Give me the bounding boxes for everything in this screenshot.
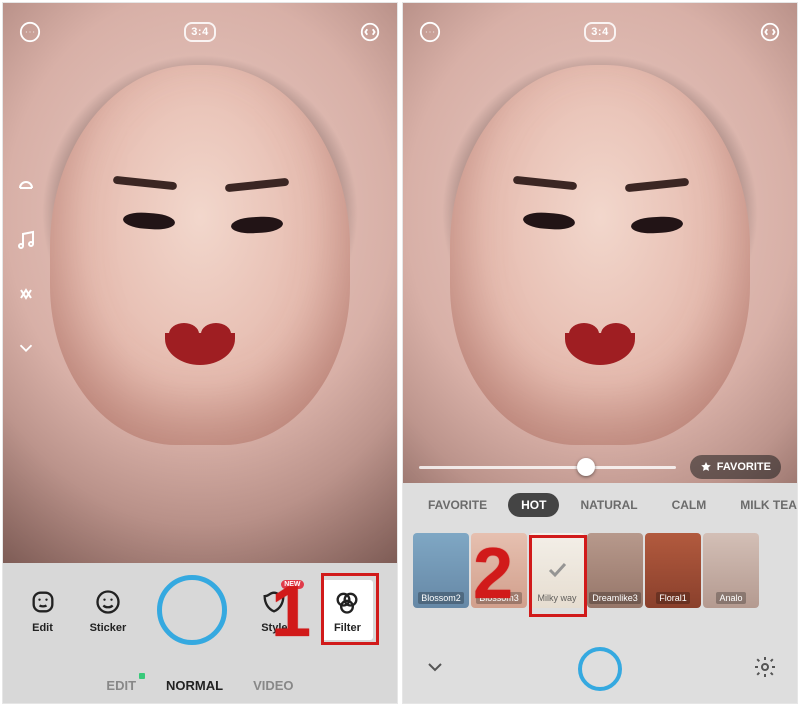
sticker-icon — [92, 586, 124, 618]
filter-floral1[interactable]: Floral1 — [645, 533, 701, 608]
filter-label: Blossom2 — [418, 592, 464, 604]
style-tool-button[interactable]: NEW Style — [258, 586, 290, 634]
filter-analo[interactable]: Analo — [703, 533, 759, 608]
portrait-hair — [402, 3, 798, 423]
edit-tool-label: Edit — [32, 622, 53, 634]
sticker-tool-button[interactable]: Sticker — [90, 586, 127, 634]
screen-capture-left: 3:4 Edit — [2, 2, 398, 704]
filter-blossom2[interactable]: Blossom2 — [413, 533, 469, 608]
new-badge: NEW — [281, 580, 303, 589]
swap-icon[interactable] — [13, 281, 39, 307]
edit-icon — [27, 586, 59, 618]
music-icon[interactable] — [13, 227, 39, 253]
chevron-down-icon[interactable] — [13, 335, 39, 361]
tab-edit[interactable]: EDIT — [106, 678, 136, 693]
favorite-button-label: FAVORITE — [717, 461, 771, 473]
shutter-button-small[interactable] — [578, 647, 622, 691]
filter-tool-label: Filter — [334, 622, 361, 634]
portrait-hair — [2, 3, 398, 423]
shutter-button[interactable] — [157, 575, 227, 645]
collapse-panel-button[interactable] — [423, 655, 447, 684]
slider-thumb[interactable] — [577, 458, 595, 476]
aspect-ratio-button[interactable]: 3:4 — [184, 22, 215, 42]
category-natural[interactable]: NATURAL — [567, 493, 650, 517]
filter-label: Blossom3 — [476, 592, 522, 604]
aspect-ratio-button[interactable]: 3:4 — [584, 22, 615, 42]
flip-camera-icon[interactable] — [357, 19, 383, 45]
filter-panel-bottom — [403, 647, 797, 691]
sticker-tool-label: Sticker — [90, 622, 127, 634]
filter-blossom3[interactable]: Blossom3 — [471, 533, 527, 608]
aperture-icon[interactable] — [13, 173, 39, 199]
category-calm[interactable]: CALM — [659, 493, 720, 517]
more-icon[interactable] — [17, 19, 43, 45]
category-milk-tea[interactable]: MILK TEA — [727, 493, 797, 517]
filter-category-tabs: FAVORITE HOT NATURAL CALM MILK TEA — [403, 493, 797, 517]
filter-dreamlike3[interactable]: Dreamlike3 — [587, 533, 643, 608]
check-icon — [545, 557, 569, 581]
filter-panel: FAVORITE HOT NATURAL CALM MILK TEA Bloss… — [403, 483, 797, 703]
bottom-toolbar: Edit Sticker NEW Style Filter — [3, 563, 397, 703]
settings-icon[interactable] — [753, 655, 777, 684]
favorite-button[interactable]: FAVORITE — [690, 455, 781, 479]
top-bar: 3:4 — [403, 13, 797, 51]
mode-tabs: EDIT NORMAL VIDEO — [3, 678, 397, 693]
filter-label: Milky way — [534, 592, 579, 604]
category-hot[interactable]: HOT — [508, 493, 559, 517]
portrait-lips — [565, 333, 635, 365]
filter-icon — [331, 586, 363, 618]
more-icon[interactable] — [417, 19, 443, 45]
portrait-lips — [165, 333, 235, 365]
filter-label: Floral1 — [656, 592, 690, 604]
left-tool-rail — [13, 173, 39, 361]
category-favorite[interactable]: FAVORITE — [415, 493, 500, 517]
filter-intensity-row: FAVORITE — [419, 455, 781, 479]
style-icon — [258, 586, 290, 618]
filter-label: Dreamlike3 — [589, 592, 641, 604]
filter-thumbnails: Blossom2 Blossom3 Milky way Dreamlike3 F… — [403, 533, 797, 608]
flip-camera-icon[interactable] — [757, 19, 783, 45]
portrait-face — [450, 65, 750, 445]
portrait-face — [50, 65, 350, 445]
filter-intensity-slider[interactable] — [419, 466, 676, 469]
filter-tool-button[interactable]: Filter — [321, 580, 373, 640]
edit-tool-button[interactable]: Edit — [27, 586, 59, 634]
style-tool-label: Style — [261, 622, 287, 634]
filter-milky-way-selected[interactable]: Milky way — [529, 533, 585, 608]
tab-video[interactable]: VIDEO — [253, 678, 293, 693]
screen-capture-right: 3:4 FAVORITE FAVORITE HOT NATURAL CALM M… — [402, 2, 798, 704]
top-bar: 3:4 — [3, 13, 397, 51]
filter-label: Analo — [716, 592, 745, 604]
tab-normal[interactable]: NORMAL — [166, 678, 223, 693]
